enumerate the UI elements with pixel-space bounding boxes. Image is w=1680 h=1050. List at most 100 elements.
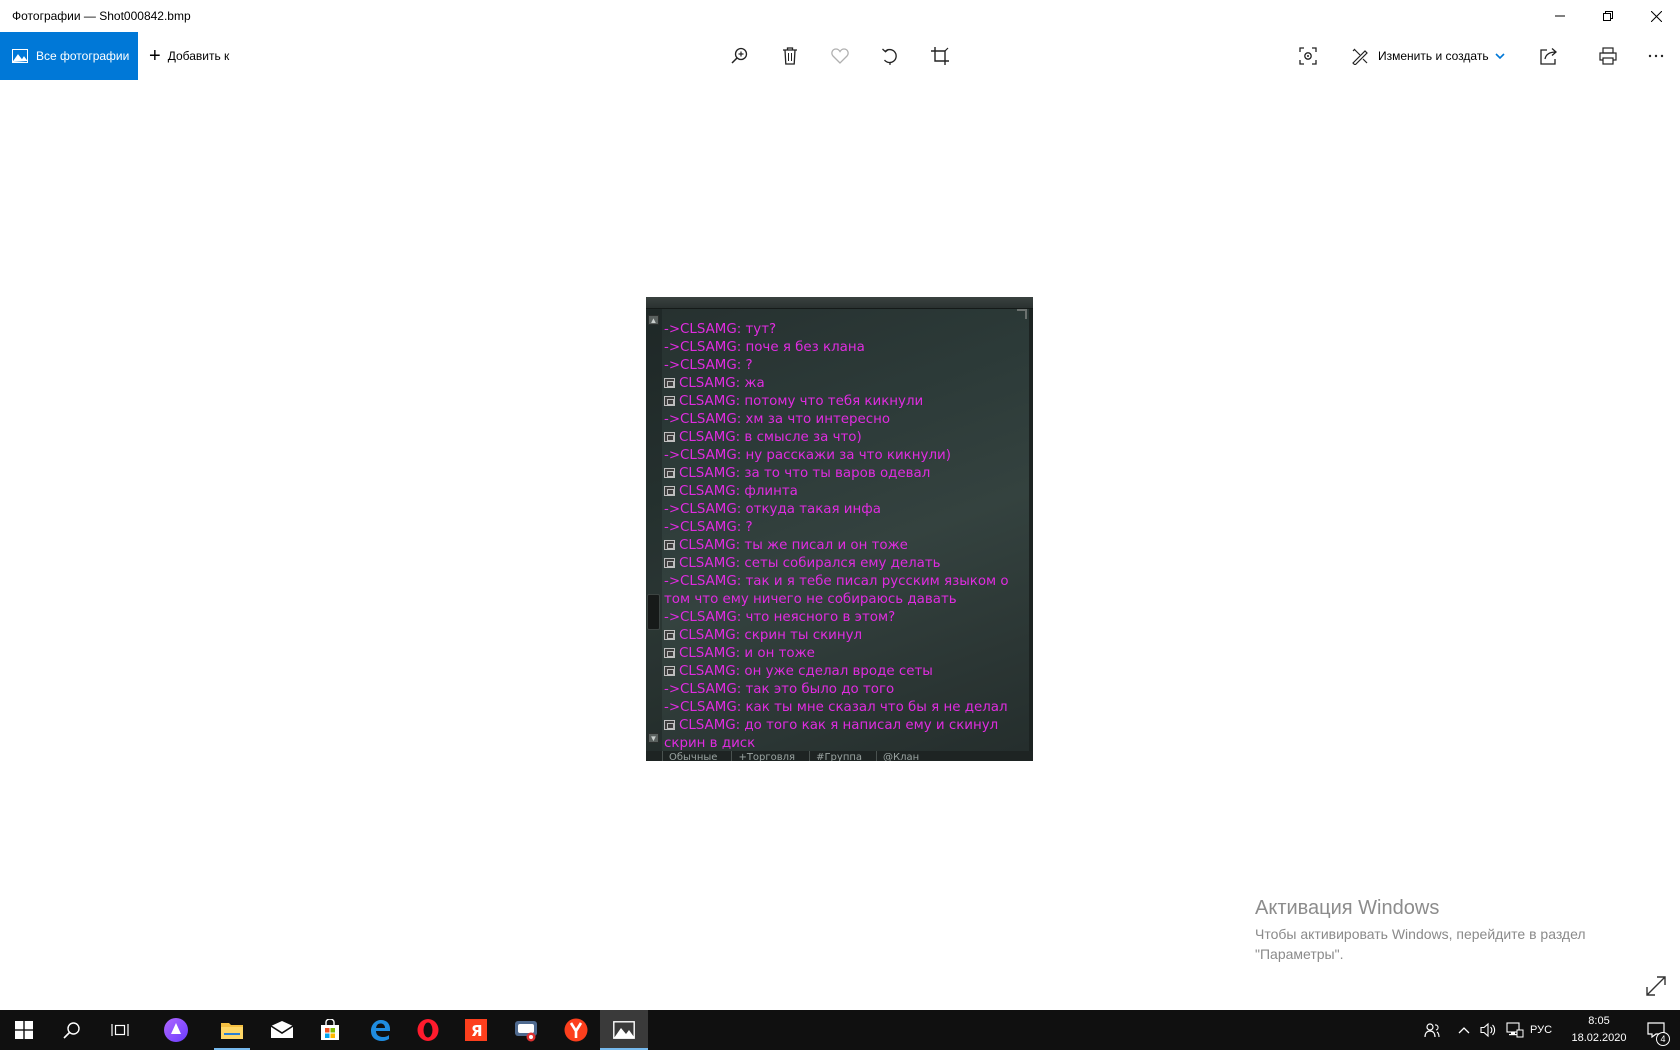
delete-button[interactable] xyxy=(778,44,802,68)
chat-line: ->CLSAMG: хм за что интересно xyxy=(664,411,1024,429)
chat-tab: #Группа xyxy=(809,751,868,761)
action-center-button[interactable]: 4 xyxy=(1636,1010,1676,1050)
message-icon xyxy=(664,396,675,406)
expand-icon xyxy=(1646,976,1666,996)
zoom-in-icon xyxy=(731,47,748,64)
mail-icon xyxy=(270,1021,294,1038)
chevron-up-icon xyxy=(1458,1027,1470,1034)
crop-button[interactable] xyxy=(928,44,952,68)
message-icon xyxy=(664,378,675,388)
chat-line-text: CLSAMG: флинта xyxy=(679,484,798,499)
plus-icon: + xyxy=(149,45,161,67)
windows-start-icon xyxy=(15,1021,33,1039)
add-to-label: Добавить к xyxy=(167,49,230,63)
chat-resize-corner xyxy=(1017,309,1027,319)
chat-line: CLSAMG: и он тоже xyxy=(664,645,1024,663)
restore-icon xyxy=(1603,11,1613,21)
taskbar-yandex[interactable]: Я xyxy=(452,1010,500,1050)
delete-icon xyxy=(783,47,797,65)
chat-line-text: ->CLSAMG: поче я без клана xyxy=(664,340,865,355)
scroll-up-icon: ▲ xyxy=(648,315,659,325)
taskbar-yandex-browser[interactable] xyxy=(552,1010,600,1050)
displayed-photo[interactable]: ▲ ▼ ->CLSAMG: тут? ->CLSAMG: поче я без к… xyxy=(646,297,1033,761)
taskbar-store[interactable] xyxy=(306,1010,354,1050)
taskbar-mail[interactable] xyxy=(258,1010,306,1050)
activation-heading: Активация Windows xyxy=(1255,897,1440,919)
fullscreen-button[interactable] xyxy=(1645,975,1667,997)
crop-icon xyxy=(931,47,949,65)
yandex-ya-icon: Я xyxy=(465,1019,487,1041)
window-title: Фотографии — Shot000842.bmp xyxy=(12,9,191,23)
rotate-button[interactable] xyxy=(878,44,902,68)
close-button[interactable] xyxy=(1632,0,1680,32)
message-icon xyxy=(664,666,675,676)
chat-line-text: ->CLSAMG: откуда такая инфа xyxy=(664,502,881,517)
rotate-icon xyxy=(882,48,897,65)
activation-line-1: Чтобы активировать Windows, перейдите в … xyxy=(1255,926,1586,942)
chat-line-text: ->CLSAMG: ? xyxy=(664,358,753,373)
taskbar-opera[interactable] xyxy=(404,1010,452,1050)
chat-line: ->CLSAMG: так и я тебе писал русским язы… xyxy=(664,573,1024,591)
chat-line: CLSAMG: до того как я написал ему и скин… xyxy=(664,717,1024,735)
chat-line: ->CLSAMG: ? xyxy=(664,519,1024,537)
chat-line: CLSAMG: за то что ты варов одевал xyxy=(664,465,1024,483)
all-photos-button[interactable]: Все фотографии xyxy=(0,32,138,80)
chat-line-text: CLSAMG: ты же писал и он тоже xyxy=(679,538,908,553)
enhance-button[interactable] xyxy=(1296,44,1320,68)
task-view-button[interactable] xyxy=(96,1010,144,1050)
network-button[interactable] xyxy=(1502,1010,1528,1050)
more-button[interactable] xyxy=(1644,44,1668,68)
chat-line-text: ->CLSAMG: так это было до того xyxy=(664,682,895,697)
chat-tab: Обычные xyxy=(662,751,723,761)
chat-line: ->CLSAMG: что неясного в этом? xyxy=(664,609,1024,627)
taskbar-search-button[interactable] xyxy=(48,1010,96,1050)
chat-line-text: ->CLSAMG: ? xyxy=(664,520,753,535)
yandex-browser-icon xyxy=(564,1018,588,1042)
edit-create-icon-wrap xyxy=(1348,44,1372,68)
taskbar-edge[interactable] xyxy=(356,1010,404,1050)
volume-button[interactable] xyxy=(1476,1010,1502,1050)
taskbar-photos[interactable] xyxy=(600,1010,648,1050)
app-toolbar: Все фотографии + Добавить к Изменить и с… xyxy=(0,32,1680,80)
notification-count-badge: 4 xyxy=(1656,1032,1670,1046)
chat-line-text: ->CLSAMG: как ты мне сказал что бы я не … xyxy=(664,700,1008,715)
message-icon xyxy=(664,468,675,478)
message-icon xyxy=(664,720,675,730)
share-button[interactable] xyxy=(1537,44,1561,68)
print-button[interactable] xyxy=(1596,44,1620,68)
taskbar-clock[interactable]: 8:05 18.02.2020 xyxy=(1565,1013,1633,1047)
chat-scrollbar: ▲ ▼ xyxy=(646,309,662,751)
chat-line: ->CLSAMG: ? xyxy=(664,357,1024,375)
minimize-icon xyxy=(1555,15,1565,17)
chat-line-text: ->CLSAMG: ну расскажи за что кикнули) xyxy=(664,448,951,463)
alice-icon xyxy=(164,1018,188,1042)
chat-line-text: CLSAMG: скрин ты скинул xyxy=(679,628,863,643)
activation-watermark: Активация Windows Чтобы активировать Win… xyxy=(1255,897,1635,964)
show-hidden-icons-button[interactable] xyxy=(1452,1010,1476,1050)
zoom-in-button[interactable] xyxy=(728,44,752,68)
add-to-button[interactable]: + Добавить к xyxy=(149,32,229,80)
chat-line-text: CLSAMG: сеты собирался ему делать xyxy=(679,556,941,571)
message-icon xyxy=(664,486,675,496)
people-button[interactable] xyxy=(1418,1010,1446,1050)
language-indicator[interactable]: РУС xyxy=(1530,1010,1552,1050)
chevron-down-icon xyxy=(1495,53,1505,59)
chat-line-text: CLSAMG: и он тоже xyxy=(679,646,815,661)
minimize-button[interactable] xyxy=(1536,0,1584,32)
chat-window-frame-right xyxy=(1029,309,1033,761)
chat-line: ->CLSAMG: ну расскажи за что кикнули) xyxy=(664,447,1024,465)
start-button[interactable] xyxy=(0,1010,48,1050)
clock-time: 8:05 xyxy=(1588,1015,1610,1027)
chat-line: ->CLSAMG: так это было до того xyxy=(664,681,1024,699)
chat-tabs: Обычные +Торговля #Группа @Клан xyxy=(646,751,1033,761)
favorite-button[interactable] xyxy=(828,44,852,68)
taskbar-chat-app[interactable] xyxy=(502,1010,550,1050)
chat-line-text: CLSAMG: потому что тебя кикнули xyxy=(679,394,924,409)
restore-button[interactable] xyxy=(1584,0,1632,32)
taskbar-alice[interactable] xyxy=(152,1010,200,1050)
edit-create-button[interactable]: Изменить и создать xyxy=(1378,32,1505,80)
chat-log: ->CLSAMG: тут? ->CLSAMG: поче я без клана… xyxy=(664,321,1024,753)
chat-line: CLSAMG: в смысле за что) xyxy=(664,429,1024,447)
share-icon xyxy=(1540,48,1557,65)
taskbar-file-explorer[interactable] xyxy=(208,1010,256,1050)
